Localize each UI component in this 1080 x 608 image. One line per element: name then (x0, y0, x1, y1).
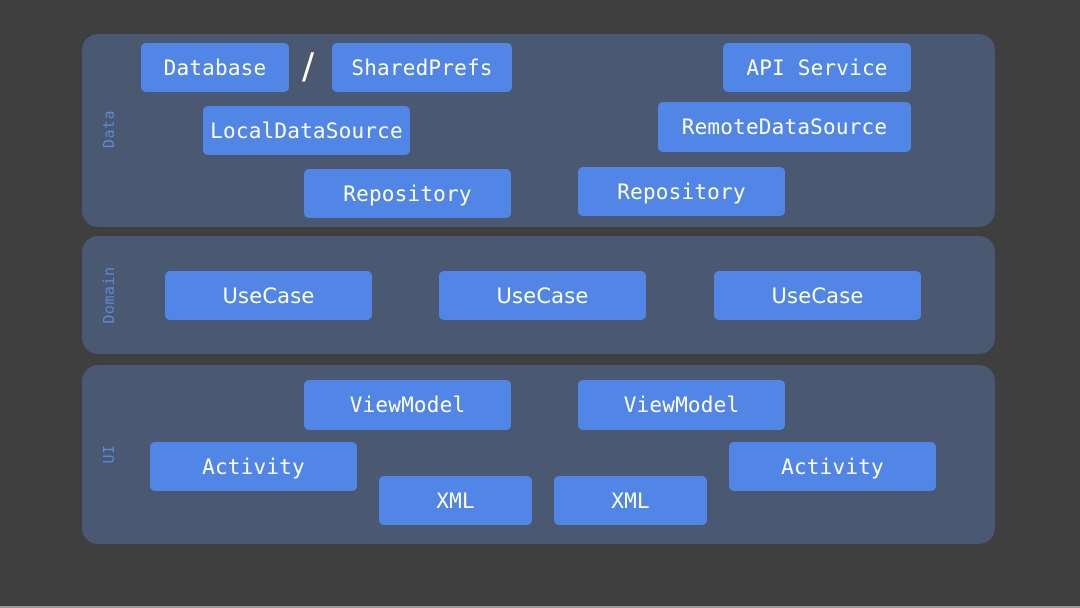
usecase-box-2: UseCase (439, 271, 646, 320)
activity-box-left: Activity (150, 442, 357, 491)
data-layer-label: Data (100, 109, 118, 149)
ui-layer-label: UI (100, 444, 118, 464)
database-box: Database (141, 43, 289, 92)
or-separator: / (302, 46, 315, 87)
xml-box-right: XML (554, 476, 707, 525)
local-data-source-box: LocalDataSource (203, 106, 410, 155)
remote-data-source-box: RemoteDataSource (658, 102, 911, 152)
repository-box-right: Repository (578, 167, 785, 216)
usecase-box-1: UseCase (165, 271, 372, 320)
activity-box-right: Activity (729, 442, 936, 491)
domain-layer-label: Domain (100, 266, 118, 324)
viewmodel-box-left: ViewModel (304, 380, 511, 430)
api-service-box: API Service (723, 43, 911, 92)
viewmodel-box-right: ViewModel (578, 380, 785, 430)
shared-prefs-box: SharedPrefs (332, 43, 512, 92)
repository-box-left: Repository (304, 169, 511, 218)
usecase-box-3: UseCase (714, 271, 921, 320)
xml-box-left: XML (379, 476, 532, 525)
